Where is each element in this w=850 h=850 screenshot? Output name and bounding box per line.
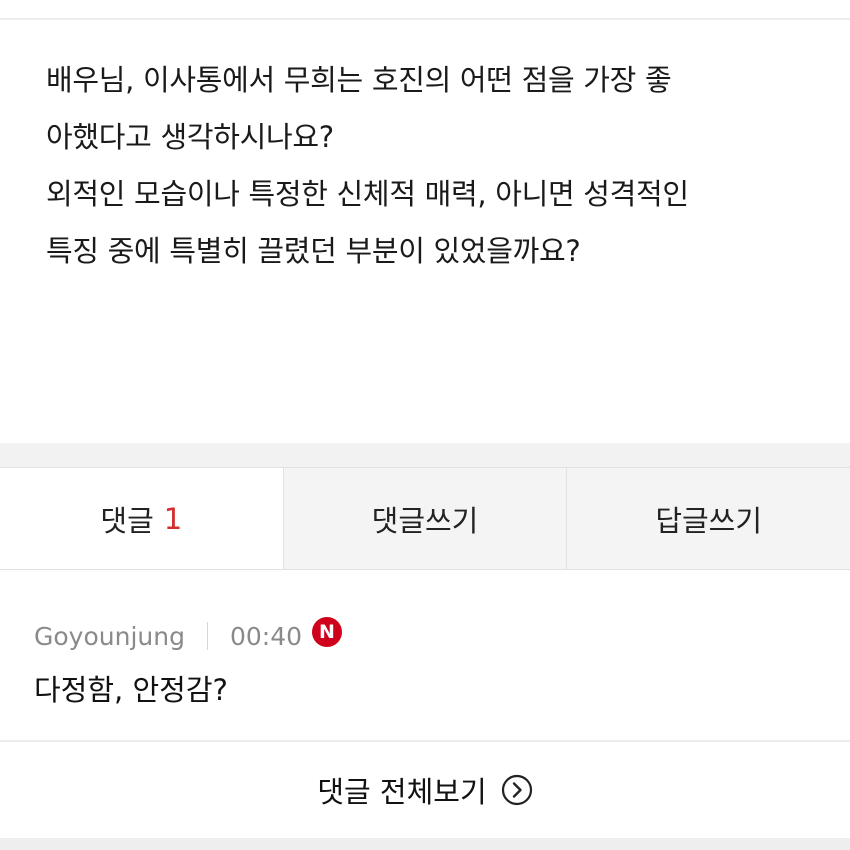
write-comment-button[interactable]: 댓글쓰기 bbox=[282, 468, 567, 569]
comment-time: 00:40 bbox=[229, 621, 302, 651]
post-line: 아했다고 생각하시나요? bbox=[46, 120, 334, 154]
write-comment-label: 댓글쓰기 bbox=[371, 503, 479, 538]
meta-divider bbox=[206, 622, 208, 650]
post-line: 배우님, 이사통에서 무희는 호진의 어떤 점을 가장 좋 bbox=[46, 63, 672, 97]
new-badge: N bbox=[312, 617, 342, 647]
bottom-spacer bbox=[0, 838, 850, 850]
comment-action-tabs: 댓글 1 댓글쓰기 답글쓰기 bbox=[0, 467, 850, 570]
tab-comments[interactable]: 댓글 1 bbox=[0, 468, 283, 569]
post-body: 배우님, 이사통에서 무희는 호진의 어떤 점을 가장 좋 아했다고 생각하시나… bbox=[46, 52, 826, 280]
comment-text: 다정함, 안정감? bbox=[34, 673, 228, 707]
comment-author[interactable]: Goyounjung bbox=[34, 622, 185, 651]
section-spacer bbox=[0, 443, 850, 467]
write-reply-label: 답글쓰기 bbox=[655, 503, 763, 538]
comment-count: 1 bbox=[163, 501, 183, 536]
chevron-right-circle-icon bbox=[501, 774, 533, 806]
top-divider bbox=[0, 18, 850, 20]
post-line: 특징 중에 특별히 끌렸던 부분이 있었을까요? bbox=[46, 234, 581, 268]
post-line: 외적인 모습이나 특정한 신체적 매력, 아니면 성격적인 bbox=[46, 177, 689, 211]
post-page: 배우님, 이사통에서 무희는 호진의 어떤 점을 가장 좋 아했다고 생각하시나… bbox=[0, 0, 850, 850]
comment-item: Goyounjung 00:40 N 다정함, 안정감? bbox=[0, 571, 850, 741]
view-all-comments-button[interactable]: 댓글 전체보기 bbox=[0, 742, 850, 838]
view-all-label: 댓글 전체보기 bbox=[317, 775, 487, 809]
write-reply-button[interactable]: 답글쓰기 bbox=[566, 468, 850, 569]
comment-meta: Goyounjung 00:40 N bbox=[34, 617, 342, 653]
tab-comments-label: 댓글 bbox=[100, 503, 154, 538]
